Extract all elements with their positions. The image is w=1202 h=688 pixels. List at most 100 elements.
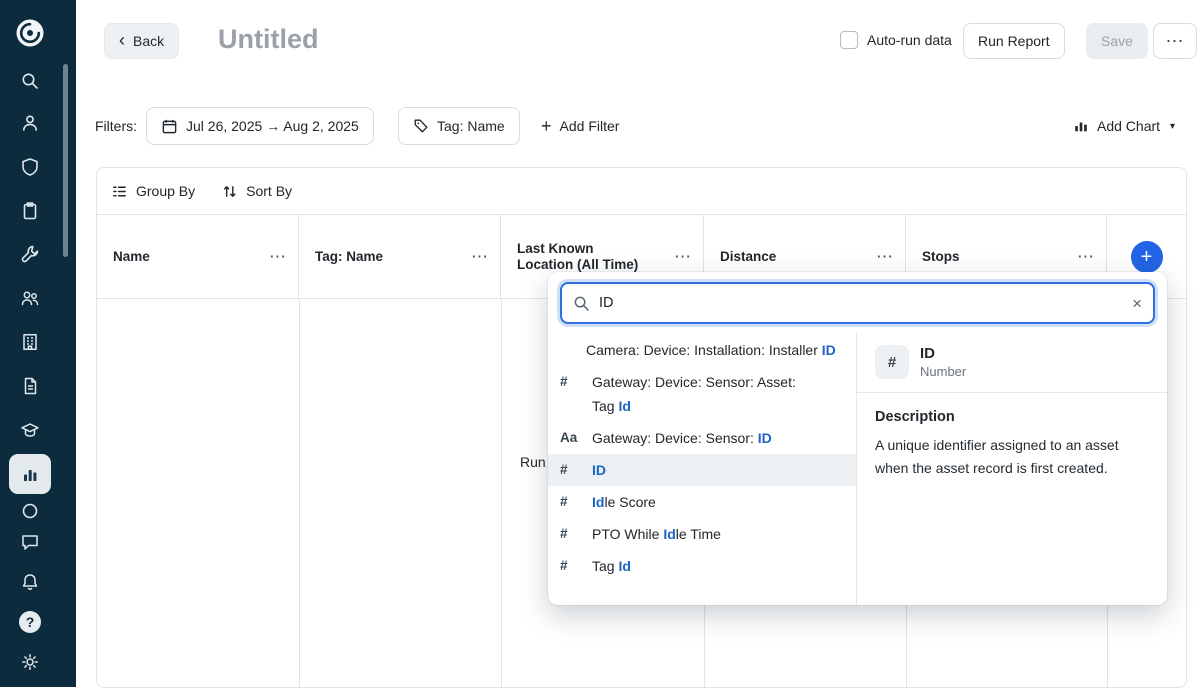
sidebar-item-maintenance[interactable] <box>9 234 51 274</box>
add-filter-label: Add Filter <box>560 118 620 134</box>
field-result-text: Tag Id <box>592 554 631 578</box>
column-label: Distance <box>720 249 776 265</box>
field-search-input[interactable] <box>599 295 1123 311</box>
group-by-label: Group By <box>136 183 195 199</box>
empty-state-text: Run <box>520 454 546 470</box>
column-label: Last Known Location (All Time) <box>517 241 643 273</box>
group-by-button[interactable]: Group By <box>111 183 195 200</box>
document-icon <box>20 376 40 396</box>
run-report-button[interactable]: Run Report <box>963 23 1065 59</box>
sort-by-button[interactable]: Sort By <box>221 183 292 200</box>
column-divider <box>299 299 300 687</box>
sidebar-item-messages[interactable] <box>9 522 51 562</box>
add-filter-button[interactable]: + Add Filter <box>527 107 633 145</box>
column-menu-icon[interactable]: ⋯ <box>269 248 286 265</box>
field-result-item[interactable]: # Gateway: Device: Sensor: Asset: Tag Id <box>548 366 856 422</box>
auto-run-checkbox[interactable] <box>840 31 858 49</box>
run-report-label: Run Report <box>978 33 1050 49</box>
save-button[interactable]: Save <box>1086 23 1148 59</box>
column-menu-icon[interactable]: ⋯ <box>876 248 893 265</box>
clipboard-icon <box>20 201 40 221</box>
driver-icon <box>20 113 40 133</box>
number-field-icon: # <box>560 490 582 514</box>
sidebar-item-reports[interactable] <box>9 454 51 494</box>
tag-filter-label: Tag: Name <box>437 118 505 134</box>
number-field-icon: # <box>875 345 909 379</box>
sidebar: ? <box>0 0 76 687</box>
filters-label: Filters: <box>95 107 137 145</box>
back-label: Back <box>133 33 164 49</box>
sidebar-scrollbar[interactable] <box>63 64 68 257</box>
column-label: Name <box>113 249 150 265</box>
back-button[interactable]: ‹ Back <box>104 23 179 59</box>
shield-icon <box>20 157 40 177</box>
app-logo[interactable] <box>9 13 51 53</box>
date-range-filter[interactable]: Jul 26, 2025 → Aug 2, 2025 <box>146 107 374 145</box>
sidebar-item-search[interactable] <box>9 61 51 101</box>
search-icon <box>20 71 40 91</box>
field-result-item[interactable]: # Tag Id <box>548 550 856 582</box>
people-icon <box>20 288 40 308</box>
number-field-icon: # <box>560 458 582 482</box>
wrench-icon <box>20 244 40 264</box>
field-result-text: ID <box>592 458 606 482</box>
auto-run-toggle[interactable]: Auto-run data <box>840 31 952 49</box>
sidebar-item-team[interactable] <box>9 278 51 318</box>
ellipsis-icon: ⋯ <box>1166 32 1185 50</box>
sidebar-item-sites[interactable] <box>9 322 51 362</box>
column-menu-icon[interactable]: ⋯ <box>1077 248 1094 265</box>
sidebar-item-documents[interactable] <box>9 366 51 406</box>
column-label: Tag: Name <box>315 249 383 265</box>
sidebar-item-training[interactable] <box>9 410 51 450</box>
chart-icon <box>1073 118 1089 134</box>
field-search-box: × <box>560 282 1155 324</box>
add-column-button[interactable]: + <box>1131 241 1163 273</box>
building-icon <box>20 332 40 352</box>
sidebar-item-drivers[interactable] <box>9 103 51 143</box>
field-result-item[interactable]: Camera: Device: Installation: Installer … <box>548 334 856 366</box>
table-toolbar: Group By Sort By <box>97 168 1186 215</box>
calendar-icon <box>161 118 178 135</box>
chevron-left-icon: ‹ <box>119 31 125 49</box>
field-result-item-selected[interactable]: # ID <box>548 454 856 486</box>
gear-icon <box>20 652 40 672</box>
plus-icon: + <box>1141 247 1153 267</box>
help-icon: ? <box>19 611 41 633</box>
description-title: Description <box>875 409 1149 425</box>
sidebar-item-settings[interactable] <box>9 642 51 682</box>
field-result-item[interactable]: Aa Gateway: Device: Sensor: ID <box>548 422 856 454</box>
tag-filter[interactable]: Tag: Name <box>398 107 520 145</box>
add-chart-label: Add Chart <box>1097 118 1160 134</box>
field-result-item[interactable]: # PTO While Idle Time <box>548 518 856 550</box>
description-text: A unique identifier assigned to an asset… <box>875 434 1147 480</box>
field-result-text: Gateway: Device: Sensor: Asset: Tag Id <box>592 370 816 418</box>
column-menu-icon[interactable]: ⋯ <box>471 248 488 265</box>
field-result-text: Gateway: Device: Sensor: ID <box>592 426 772 450</box>
field-detail-name: ID <box>920 345 966 362</box>
field-search-popover: × Camera: Device: Installation: Installe… <box>548 272 1167 605</box>
caret-down-icon: ▾ <box>1170 121 1175 132</box>
chat-icon <box>20 532 40 552</box>
circle-icon <box>20 501 40 521</box>
tag-icon <box>413 118 429 134</box>
column-header-name: Name ⋯ <box>97 215 299 298</box>
text-field-icon: Aa <box>560 426 582 450</box>
field-search-results-panel: Camera: Device: Installation: Installer … <box>548 332 1167 605</box>
sidebar-item-help[interactable]: ? <box>9 602 51 642</box>
graduation-cap-icon <box>20 420 40 440</box>
field-result-item[interactable]: # Idle Score <box>548 486 856 518</box>
sidebar-item-safety[interactable] <box>9 147 51 187</box>
bar-chart-icon <box>20 464 40 484</box>
column-divider <box>501 299 502 687</box>
sidebar-item-alerts[interactable] <box>9 562 51 602</box>
plus-icon: + <box>541 117 552 135</box>
add-chart-button[interactable]: Add Chart ▾ <box>1059 107 1189 145</box>
date-range-label: Jul 26, 2025 → Aug 2, 2025 <box>186 118 359 134</box>
number-field-icon: # <box>560 554 582 578</box>
field-result-text: Idle Score <box>592 490 656 514</box>
sidebar-item-compliance[interactable] <box>9 191 51 231</box>
column-menu-icon[interactable]: ⋯ <box>674 248 691 265</box>
clear-search-icon[interactable]: × <box>1132 295 1142 312</box>
field-detail-description: Description A unique identifier assigned… <box>857 393 1167 496</box>
more-options-button[interactable]: ⋯ <box>1153 23 1197 59</box>
